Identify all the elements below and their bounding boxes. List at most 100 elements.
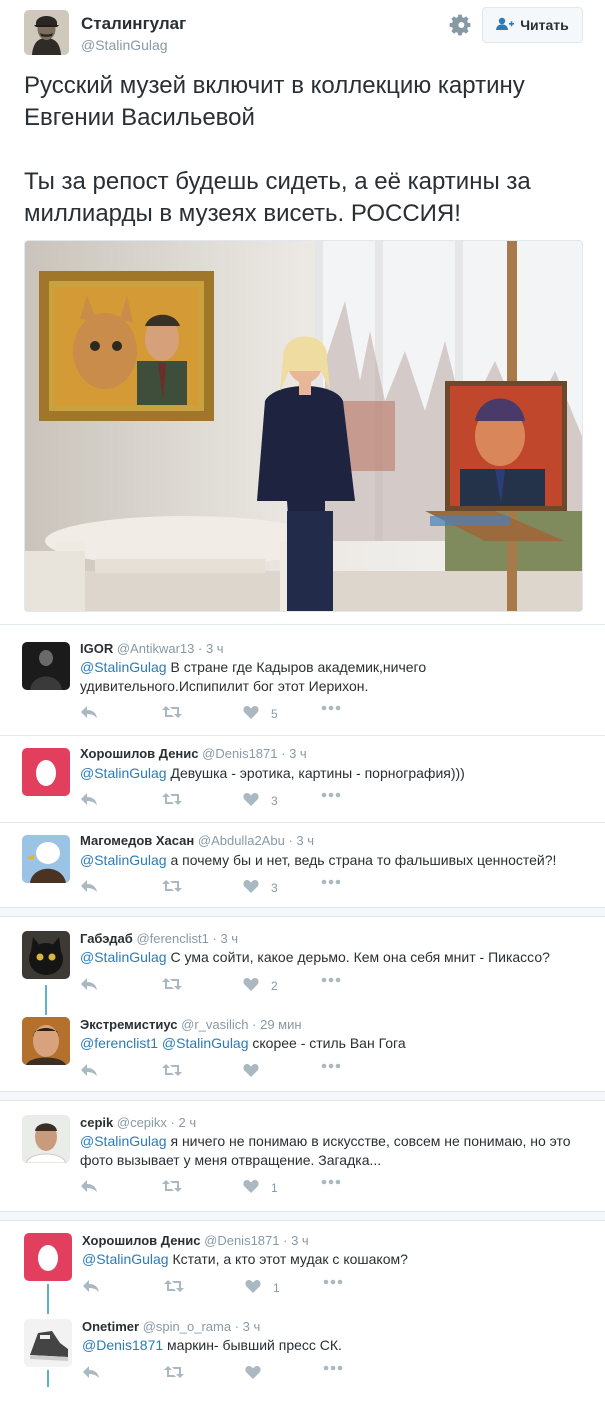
reply-header: Экстремистиус @r_vasilich · 29 мин	[80, 1017, 302, 1032]
reply-item: Экстремистиус @r_vasilich · 29 мин @fere…	[0, 1003, 605, 1091]
user-avatar[interactable]	[22, 1017, 70, 1065]
reply-name[interactable]: Хорошилов Денис	[82, 1233, 201, 1248]
reply-icon[interactable]	[80, 977, 98, 991]
reply-header: Onetimer @spin_o_rama · 3 ч	[82, 1319, 261, 1334]
mention-link[interactable]: @Denis1871	[82, 1337, 163, 1353]
like-button[interactable]: 1	[245, 1279, 280, 1296]
like-count: 1	[271, 1180, 278, 1195]
reply-icon[interactable]	[82, 1365, 100, 1379]
like-button[interactable]: 3	[243, 879, 278, 896]
reply-item: Магомедов Хасан @Abdulla2Abu · 3 ч @Stal…	[0, 823, 605, 907]
reply-name[interactable]: Экстремистиус	[80, 1017, 178, 1032]
reply-time[interactable]: 3 ч	[206, 641, 224, 656]
reply-icon[interactable]	[80, 705, 98, 719]
mention-link[interactable]: @StalinGulag	[80, 1133, 167, 1149]
mention-link[interactable]: @ferenclist1 @StalinGulag	[80, 1035, 249, 1051]
like-button[interactable]	[243, 1063, 271, 1080]
reply-body: Девушка - эротика, картины - порнография…	[166, 765, 465, 781]
reply-handle[interactable]: @r_vasilich	[181, 1017, 248, 1032]
like-button[interactable]: 1	[243, 1179, 278, 1196]
reply-time[interactable]: 3 ч	[243, 1319, 261, 1334]
like-button[interactable]: 5	[243, 705, 278, 722]
tweet-photo[interactable]	[24, 240, 583, 612]
author-avatar[interactable]	[24, 10, 69, 55]
retweet-icon[interactable]	[162, 977, 182, 991]
user-avatar[interactable]	[24, 1233, 72, 1281]
more-icon[interactable]	[323, 1279, 343, 1285]
user-avatar[interactable]	[22, 1115, 70, 1163]
gear-icon[interactable]	[448, 13, 472, 37]
thread-separator	[0, 1211, 605, 1221]
reply-item: IGOR @Antikwar13 · 3 ч @StalinGulag В ст…	[0, 625, 605, 735]
more-icon[interactable]	[321, 1063, 341, 1069]
author-name[interactable]: Сталингулаг	[81, 14, 186, 34]
reply-item: Хорошилов Денис @Denis1871 · 3 ч @Stalin…	[0, 1221, 605, 1307]
thread-separator	[0, 1091, 605, 1101]
reply-item: Хорошилов Денис @Denis1871 · 3 ч @Stalin…	[0, 736, 605, 822]
user-avatar[interactable]	[22, 835, 70, 883]
reply-handle[interactable]: @Denis1871	[202, 746, 277, 761]
reply-icon[interactable]	[80, 792, 98, 806]
reply-text: @StalinGulag Кстати, а кто этот мудак с …	[82, 1250, 592, 1269]
reply-name[interactable]: Хорошилов Денис	[80, 746, 199, 761]
reply-handle[interactable]: @cepikx	[117, 1115, 167, 1130]
reply-handle[interactable]: @ferenclist1	[136, 931, 208, 946]
user-avatar[interactable]	[22, 748, 70, 796]
user-avatar[interactable]	[24, 1319, 72, 1367]
retweet-icon[interactable]	[164, 1279, 184, 1293]
reply-time[interactable]: 3 ч	[291, 1233, 309, 1248]
like-button[interactable]	[245, 1365, 273, 1382]
thread-separator	[0, 907, 605, 917]
mention-link[interactable]: @StalinGulag	[80, 765, 167, 781]
like-count: 3	[271, 880, 278, 895]
more-icon[interactable]	[321, 977, 341, 983]
reply-name[interactable]: Габэдаб	[80, 931, 133, 946]
mention-link[interactable]: @StalinGulag	[80, 659, 167, 675]
retweet-icon[interactable]	[162, 792, 182, 806]
reply-icon[interactable]	[80, 1063, 98, 1077]
reply-handle[interactable]: @Antikwar13	[117, 641, 195, 656]
retweet-icon[interactable]	[162, 1179, 182, 1193]
mention-link[interactable]: @StalinGulag	[82, 1251, 169, 1267]
mention-link[interactable]: @StalinGulag	[80, 949, 167, 965]
mention-link[interactable]: @StalinGulag	[80, 852, 167, 868]
user-avatar[interactable]	[22, 931, 70, 979]
follow-button[interactable]: Читать	[482, 7, 583, 43]
author-handle[interactable]: @StalinGulag	[81, 37, 168, 53]
more-icon[interactable]	[321, 705, 341, 711]
reply-time[interactable]: 3 ч	[296, 833, 314, 848]
user-avatar[interactable]	[22, 642, 70, 690]
like-button[interactable]: 2	[243, 977, 278, 994]
reply-handle[interactable]: @Denis1871	[204, 1233, 279, 1248]
reply-handle[interactable]: @spin_o_rama	[143, 1319, 231, 1334]
like-button[interactable]: 3	[243, 792, 278, 809]
reply-time[interactable]: 2 ч	[179, 1115, 197, 1130]
reply-header: Хорошилов Денис @Denis1871 · 3 ч	[80, 746, 307, 761]
retweet-icon[interactable]	[162, 705, 182, 719]
reply-body: С ума сойти, какое дерьмо. Кем она себя …	[166, 949, 550, 965]
reply-handle[interactable]: @Abdulla2Abu	[198, 833, 285, 848]
reply-name[interactable]: Onetimer	[82, 1319, 139, 1334]
reply-time[interactable]: 3 ч	[289, 746, 307, 761]
reply-header: серik @cepikx · 2 ч	[80, 1115, 197, 1130]
reply-text: @StalinGulag В стране где Кадыров академ…	[80, 658, 590, 696]
reply-name[interactable]: IGOR	[80, 641, 113, 656]
retweet-icon[interactable]	[164, 1365, 184, 1379]
more-icon[interactable]	[323, 1365, 343, 1371]
retweet-icon[interactable]	[162, 1063, 182, 1077]
more-icon[interactable]	[321, 1179, 341, 1185]
heart-icon	[245, 1279, 261, 1296]
reply-name[interactable]: серik	[80, 1115, 113, 1130]
more-icon[interactable]	[321, 879, 341, 885]
more-icon[interactable]	[321, 792, 341, 798]
reply-item: серik @cepikx · 2 ч @StalinGulag я ничег…	[0, 1101, 605, 1211]
reply-icon[interactable]	[80, 879, 98, 893]
reply-header: Хорошилов Денис @Denis1871 · 3 ч	[82, 1233, 309, 1248]
reply-time[interactable]: 3 ч	[220, 931, 238, 946]
reply-icon[interactable]	[82, 1279, 100, 1293]
reply-name[interactable]: Магомедов Хасан	[80, 833, 194, 848]
reply-icon[interactable]	[80, 1179, 98, 1193]
retweet-icon[interactable]	[162, 879, 182, 893]
reply-header: IGOR @Antikwar13 · 3 ч	[80, 641, 224, 656]
reply-time[interactable]: 29 мин	[260, 1017, 301, 1032]
